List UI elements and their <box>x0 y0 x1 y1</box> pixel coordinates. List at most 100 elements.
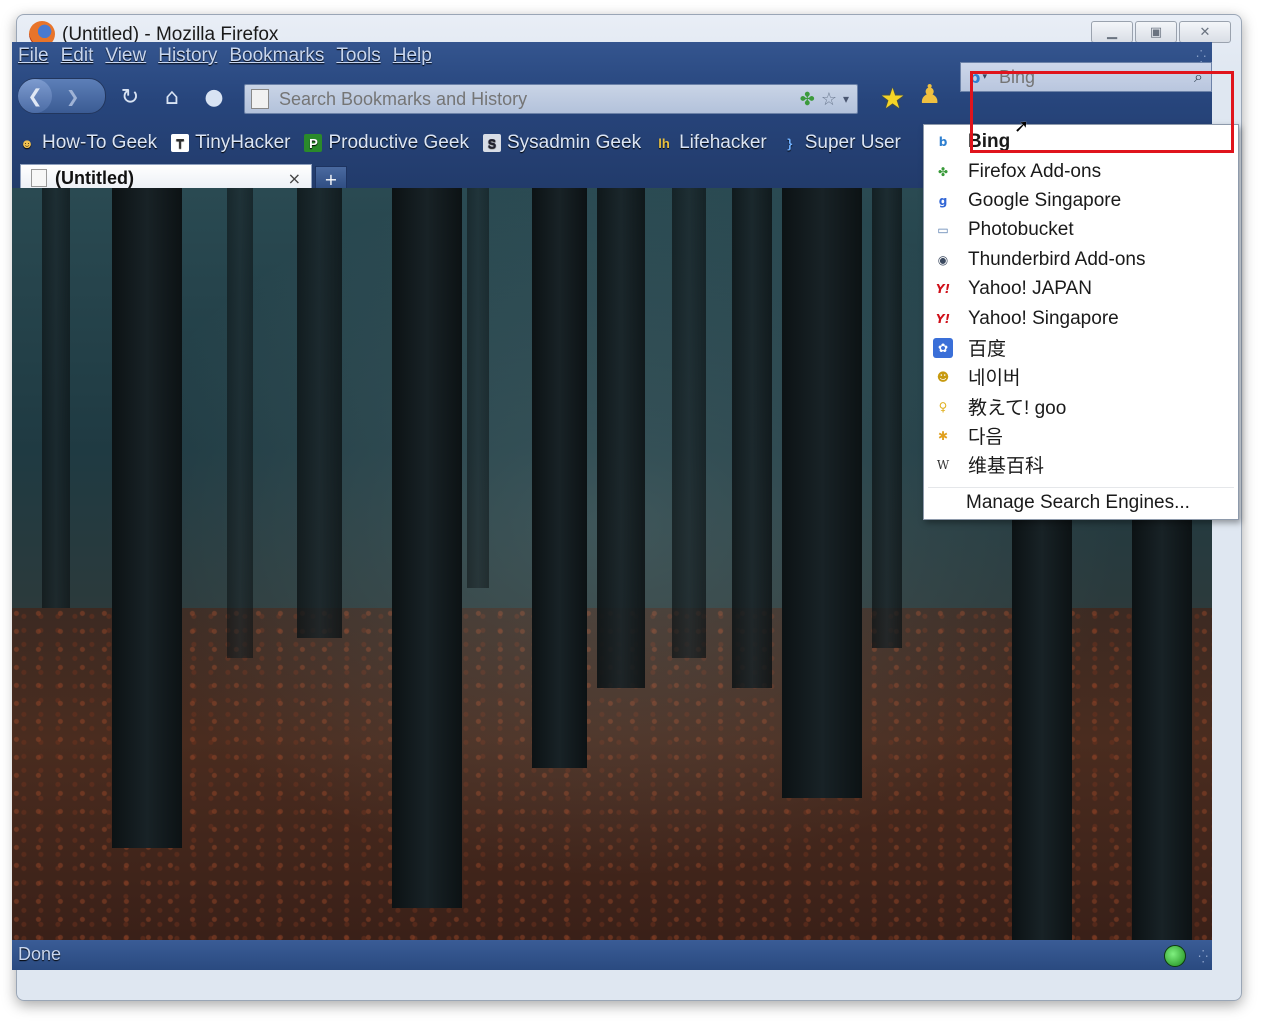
stop-button[interactable]: ● <box>200 84 228 110</box>
annotation-highlight-box <box>970 71 1234 153</box>
menu-file[interactable]: File <box>18 45 49 67</box>
search-engine-menu: b Bing ✤ Firefox Add-ons g Google Singap… <box>923 124 1239 520</box>
baidu-icon: ✿ <box>933 337 953 358</box>
tree-trunk <box>467 188 489 588</box>
menu-item-label: 教えて! goo <box>968 398 1067 419</box>
back-button[interactable]: ❮ <box>18 79 52 113</box>
menu-item-daum[interactable]: ✱ 다음 <box>924 421 1238 450</box>
forward-button[interactable]: ❯ <box>66 87 79 106</box>
tree-trunk <box>672 188 706 658</box>
menu-item-label: 百度 <box>968 339 1007 360</box>
menu-item-google[interactable]: g Google Singapore <box>924 186 1238 215</box>
maximize-button[interactable]: ▣ <box>1135 21 1177 43</box>
tab-page-icon <box>31 169 47 187</box>
sysadmingeek-icon: S <box>482 134 501 152</box>
tree-trunk <box>112 188 182 848</box>
reload-icon: ↻ <box>120 84 140 110</box>
page-icon <box>251 89 269 109</box>
menu-item-label: Photobucket <box>968 218 1074 240</box>
yahoo-icon: Y! <box>935 311 951 326</box>
menu-view[interactable]: View <box>105 45 146 67</box>
google-icon: g <box>938 193 948 208</box>
tree-trunk <box>872 188 902 648</box>
menu-item-naver[interactable]: ☻ 네이버 <box>924 362 1238 391</box>
menu-bar: File Edit View History Bookmarks Tools H… <box>18 45 432 67</box>
url-bar[interactable]: ✤ ☆ ▾ <box>244 84 858 114</box>
menu-item-thunderbird[interactable]: ◉ Thunderbird Add-ons <box>924 245 1238 274</box>
menu-item-label: 다음 <box>968 427 1003 448</box>
bookmark-sysadmingeek[interactable]: S Sysadmin Geek <box>482 132 642 154</box>
menu-history[interactable]: History <box>158 45 217 67</box>
lifehacker-icon: lh <box>658 135 670 151</box>
tab-close-icon[interactable]: × <box>288 169 301 188</box>
wikipedia-icon: W <box>936 457 950 472</box>
url-dropdown-icon[interactable]: ▾ <box>843 92 849 106</box>
bookmark-tinyhacker[interactable]: T TinyHacker <box>171 132 290 154</box>
mouse-cursor-icon: ➚ <box>1014 116 1030 137</box>
home-icon: ⌂ <box>165 84 179 110</box>
menu-item-goo[interactable]: ♀ 教えて! goo <box>924 392 1238 421</box>
menu-item-firefox-addons[interactable]: ✤ Firefox Add-ons <box>924 157 1238 186</box>
bookmark-star-outline-icon[interactable]: ☆ <box>821 89 837 110</box>
minimize-button[interactable]: ▁ <box>1091 21 1133 43</box>
status-indicator-icon[interactable] <box>1164 945 1186 967</box>
status-text: Done <box>18 944 62 964</box>
bookmark-label: Lifehacker <box>679 132 767 153</box>
bookmarks-star-icon[interactable]: ★ <box>880 82 905 115</box>
tree-trunk <box>297 188 342 638</box>
menu-item-yahoo-japan[interactable]: Y! Yahoo! JAPAN <box>924 274 1238 303</box>
bookmark-label: Super User <box>804 132 901 153</box>
status-bar: Done ⁛ <box>12 940 1212 970</box>
window-controls: ▁ ▣ ✕ <box>1091 21 1231 43</box>
home-button[interactable]: ⌂ <box>158 84 186 110</box>
close-icon: ✕ <box>1199 24 1211 40</box>
naver-icon: ☻ <box>936 369 950 384</box>
stop-icon: ● <box>204 84 224 110</box>
bookmark-superuser[interactable]: } Super User <box>781 132 901 154</box>
reload-button[interactable]: ↻ <box>116 84 144 110</box>
menu-tools[interactable]: Tools <box>336 45 380 67</box>
tab-untitled[interactable]: (Untitled) × <box>20 164 312 191</box>
url-bar-actions: ✤ ☆ ▾ <box>800 89 849 110</box>
tree-trunk <box>392 188 462 908</box>
yahoo-icon: Y! <box>935 281 951 296</box>
forward-arrow-icon: ❯ <box>66 86 80 106</box>
url-input[interactable] <box>277 87 781 111</box>
menu-item-wikipedia[interactable]: W 维基百科 <box>924 450 1238 479</box>
bing-icon: b <box>938 134 948 149</box>
tree-trunk <box>532 188 587 768</box>
photobucket-icon: ▭ <box>937 222 949 237</box>
menu-item-label: Yahoo! JAPAN <box>968 277 1092 299</box>
bookmark-lifehacker[interactable]: lh Lifehacker <box>655 132 767 154</box>
bookmark-howtogeek[interactable]: ☻ How-To Geek <box>18 132 157 154</box>
tab-title: (Untitled) <box>55 167 134 188</box>
bookmark-label: Sysadmin Geek <box>506 132 642 153</box>
menu-item-label: 维基百科 <box>968 456 1045 477</box>
maximize-icon: ▣ <box>1149 24 1163 40</box>
menu-edit[interactable]: Edit <box>61 45 94 67</box>
back-forward-group: ❮ ❯ <box>18 78 106 114</box>
menu-item-baidu[interactable]: ✿ 百度 <box>924 333 1238 362</box>
howtogeek-icon: ☻ <box>20 135 34 151</box>
menu-item-yahoo-singapore[interactable]: Y! Yahoo! Singapore <box>924 304 1238 333</box>
menu-item-label: Thunderbird Add-ons <box>968 248 1146 270</box>
menu-help[interactable]: Help <box>393 45 432 67</box>
menu-item-label: Google Singapore <box>968 189 1122 211</box>
bookmark-productivegeek[interactable]: P Productive Geek <box>304 132 469 154</box>
menu-item-photobucket[interactable]: ▭ Photobucket <box>924 215 1238 244</box>
menu-bookmarks[interactable]: Bookmarks <box>229 45 324 67</box>
productivegeek-icon: P <box>304 134 323 152</box>
addon-puzzle-icon[interactable]: ✤ <box>800 89 815 110</box>
menu-item-label: Firefox Add-ons <box>968 160 1102 182</box>
firefox-addons-icon: ✤ <box>937 164 949 179</box>
addons-manager-icon[interactable]: ♟ <box>918 80 941 110</box>
daum-icon: ✱ <box>937 428 949 443</box>
menu-item-label: Manage Search Engines... <box>966 491 1190 513</box>
back-arrow-icon: ❮ <box>27 85 43 107</box>
tree-trunk <box>782 188 862 798</box>
close-button[interactable]: ✕ <box>1179 21 1231 43</box>
minimize-icon: ▁ <box>1107 24 1117 40</box>
manage-search-engines-item[interactable]: Manage Search Engines... <box>924 488 1238 517</box>
resize-grip-icon[interactable]: ⁛ <box>1198 950 1208 964</box>
menu-item-label: Yahoo! Singapore <box>968 307 1119 329</box>
